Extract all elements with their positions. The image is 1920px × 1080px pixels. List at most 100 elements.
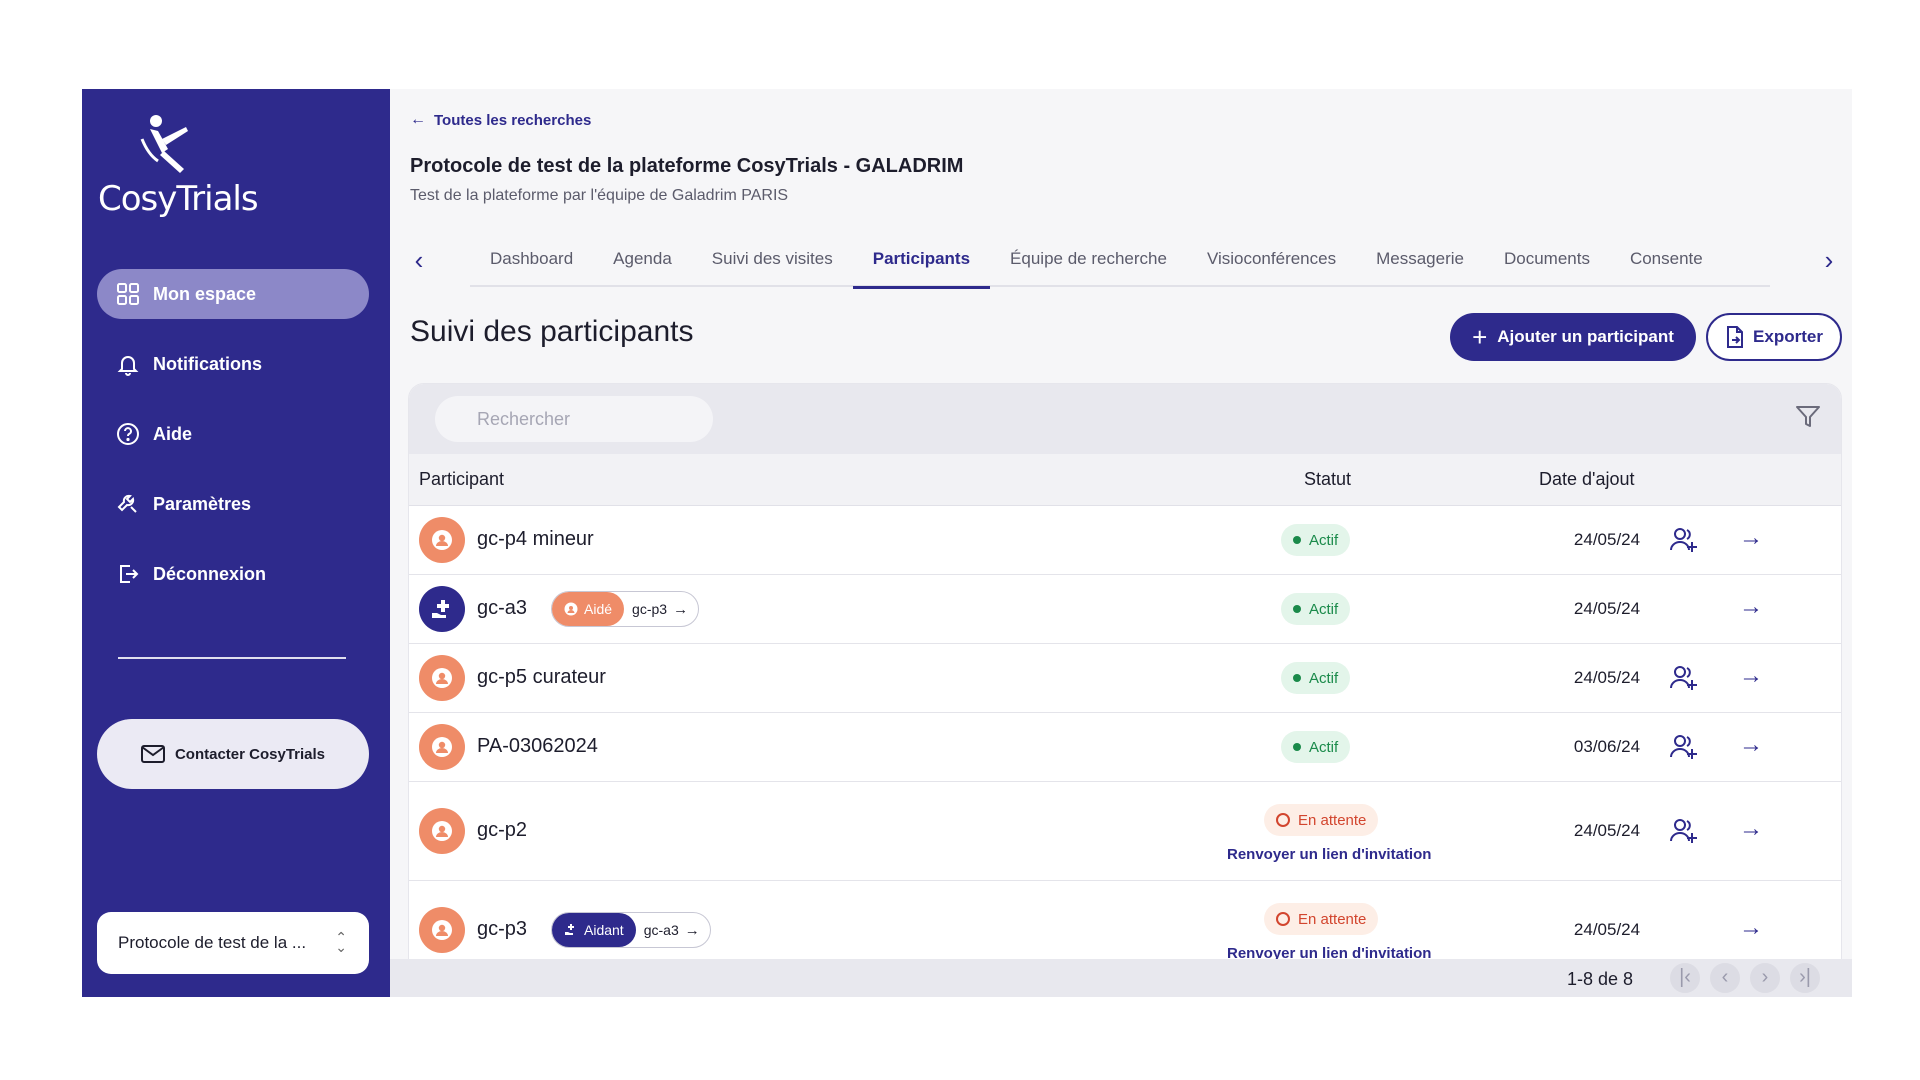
user-icon xyxy=(432,821,452,841)
clock-icon xyxy=(1276,912,1290,926)
relation-tag-label: Aidé xyxy=(584,601,613,617)
relation-chip[interactable]: Aidé gc-p3 → xyxy=(551,591,700,627)
status-label: En attente xyxy=(1298,811,1367,829)
arrow-right-icon[interactable]: → xyxy=(1739,731,1763,759)
sidebar-item-label: Mon espace xyxy=(153,283,257,304)
add-user-icon[interactable] xyxy=(1669,526,1699,554)
relation-tag-label: Aidant xyxy=(584,922,624,938)
filter-icon[interactable] xyxy=(1795,404,1821,430)
add-user-icon[interactable] xyxy=(1669,733,1699,761)
relation-tag: Aidant xyxy=(552,913,636,947)
first-page-icon[interactable]: |‹ xyxy=(1670,963,1700,993)
protocol-select[interactable]: Protocole de test de la ... ⌃ ⌄ xyxy=(97,912,369,974)
sidebar-item-aide[interactable]: Aide xyxy=(97,409,369,459)
status-label: Actif xyxy=(1309,738,1339,756)
relation-chip[interactable]: Aidant gc-a3 → xyxy=(551,912,711,948)
page-title: Protocole de test de la plateforme CosyT… xyxy=(410,155,964,177)
arrow-left-icon: ← xyxy=(410,111,426,128)
wrench-icon xyxy=(115,491,141,517)
resend-invitation-link[interactable]: Renvoyer un lien d'invitation xyxy=(1227,846,1431,863)
logo-text: CosyTrials xyxy=(98,179,259,219)
cosytrials-logo[interactable]: CosyTrials xyxy=(98,109,259,219)
arrow-right-icon[interactable]: → xyxy=(1739,662,1763,690)
last-page-icon[interactable]: ›| xyxy=(1790,963,1820,993)
status-badge: Actif xyxy=(1281,662,1351,694)
date-added: 24/05/24 xyxy=(1573,821,1641,840)
status-dot-icon xyxy=(1293,536,1301,544)
user-icon xyxy=(432,530,452,550)
main-content: ← Toutes les recherches Protocole de tes… xyxy=(390,89,1852,997)
tab-suivi-des-visites[interactable]: Suivi des visites xyxy=(692,239,853,287)
page-subtitle: Test de la plateforme par l'équipe de Ga… xyxy=(410,187,789,204)
table-row[interactable]: gc-a3 Aidé gc-p3 → Actif 24/05/24 → xyxy=(409,575,1841,644)
sidebar-item-parametres[interactable]: Paramètres xyxy=(97,479,369,529)
prev-page-icon[interactable]: ‹ xyxy=(1710,963,1740,993)
back-link[interactable]: ← Toutes les recherches xyxy=(410,111,591,129)
back-link-label: Toutes les recherches xyxy=(434,111,592,129)
grid-icon xyxy=(115,281,141,307)
participants-table: Participant Statut Date d'ajout gc-p4 mi… xyxy=(408,383,1842,997)
next-page-icon[interactable]: › xyxy=(1750,963,1780,993)
relation-code: gc-a3 xyxy=(643,922,679,938)
tab-consente[interactable]: Consente xyxy=(1610,239,1723,287)
arrow-right-icon[interactable]: → xyxy=(1739,593,1763,621)
tabs-scroll-left-icon[interactable]: ‹ xyxy=(404,245,434,276)
tab-equipe-de-recherche[interactable]: Équipe de recherche xyxy=(990,239,1187,287)
export-label: Exporter xyxy=(1753,327,1823,346)
user-icon xyxy=(432,668,452,688)
date-added: 03/06/24 xyxy=(1573,737,1641,756)
section-title: Suivi des participants xyxy=(410,315,694,348)
add-participant-button[interactable]: + Ajouter un participant xyxy=(1450,313,1696,361)
arrow-right-icon[interactable]: → xyxy=(1739,524,1763,552)
table-row[interactable]: gc-p4 mineur Actif 24/05/24 → xyxy=(409,506,1841,575)
table-row[interactable]: PA-03062024 Actif 03/06/24 → xyxy=(409,713,1841,782)
arrow-right-icon[interactable]: → xyxy=(1739,815,1763,843)
sidebar-item-label: Notifications xyxy=(153,353,263,374)
plus-icon: + xyxy=(1472,322,1488,352)
relation-code: gc-p3 xyxy=(632,601,668,617)
protocol-select-value: Protocole de test de la ... xyxy=(118,933,307,952)
user-icon xyxy=(564,602,578,616)
table-toolbar xyxy=(409,384,1841,454)
help-circle-icon xyxy=(115,421,141,447)
arrow-right-icon[interactable]: → xyxy=(1739,914,1763,942)
participant-name: gc-p4 mineur xyxy=(477,528,594,550)
participant-name: gc-a3 xyxy=(477,597,528,619)
sidebar-item-notifications[interactable]: Notifications xyxy=(97,339,369,389)
date-added: 24/05/24 xyxy=(1573,668,1641,687)
tab-documents[interactable]: Documents xyxy=(1484,239,1610,287)
user-icon xyxy=(432,737,452,757)
participant-name: gc-p5 curateur xyxy=(477,666,606,688)
user-icon xyxy=(432,920,452,940)
relation-tag: Aidé xyxy=(552,592,625,626)
contact-button[interactable]: Contacter CosyTrials xyxy=(97,719,369,789)
arrow-right-icon: → xyxy=(684,921,700,939)
table-row[interactable]: gc-p5 curateur Actif 24/05/24 → xyxy=(409,644,1841,713)
participant-name: PA-03062024 xyxy=(477,735,598,757)
file-export-icon xyxy=(1727,326,1744,348)
status-dot-icon xyxy=(1293,674,1301,682)
tab-participants[interactable]: Participants xyxy=(852,239,991,289)
avatar xyxy=(419,907,465,953)
table-row[interactable]: gc-p2 En attente Renvoyer un lien d'invi… xyxy=(409,782,1841,881)
avatar xyxy=(419,655,465,701)
sidebar-item-mon-espace[interactable]: Mon espace xyxy=(97,269,369,319)
tab-messagerie[interactable]: Messagerie xyxy=(1356,239,1484,287)
status-dot-icon xyxy=(1293,743,1301,751)
tab-visioconferences[interactable]: Visioconférences xyxy=(1187,239,1356,287)
logo-figure-icon xyxy=(140,115,188,173)
tabs-scroll-right-icon[interactable]: › xyxy=(1814,245,1844,276)
tab-dashboard[interactable]: Dashboard xyxy=(470,239,593,287)
status-label: En attente xyxy=(1298,910,1367,928)
add-user-icon[interactable] xyxy=(1669,664,1699,692)
search-input[interactable] xyxy=(435,396,713,442)
caregiver-icon xyxy=(565,924,574,935)
sidebar-item-label: Aide xyxy=(153,423,193,444)
export-button[interactable]: Exporter xyxy=(1706,313,1842,361)
add-user-icon[interactable] xyxy=(1669,817,1699,845)
mail-icon xyxy=(140,745,165,763)
tab-agenda[interactable]: Agenda xyxy=(593,239,692,287)
status-label: Actif xyxy=(1309,669,1339,687)
status-badge: En attente xyxy=(1264,903,1379,935)
sidebar-item-deconnexion[interactable]: Déconnexion xyxy=(97,549,369,599)
